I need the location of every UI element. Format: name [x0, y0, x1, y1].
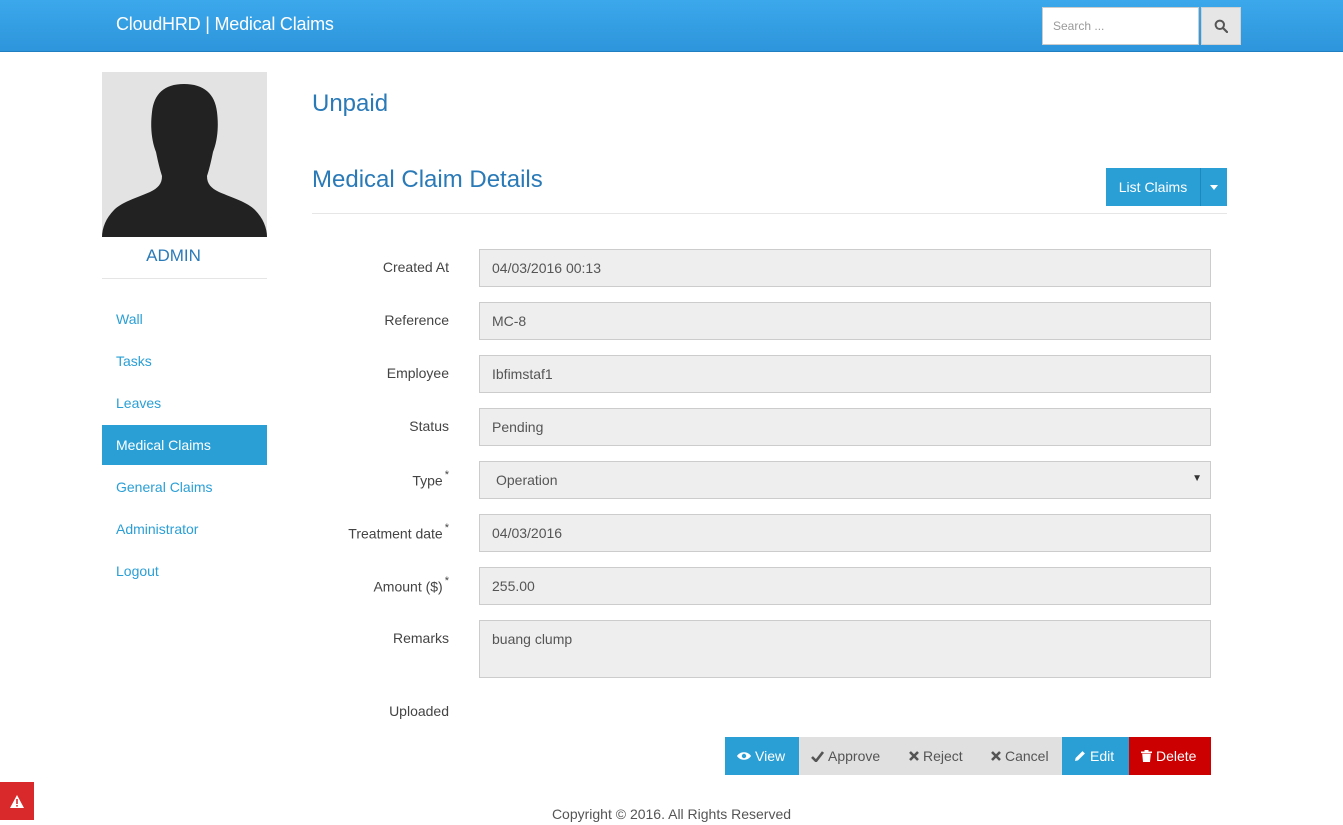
error-alert-button[interactable]	[0, 782, 34, 820]
page-title: Medical Claim Details	[312, 166, 543, 193]
remarks-textarea[interactable]: buang clump	[479, 620, 1211, 678]
app-brand[interactable]: CloudHRD | Medical Claims	[116, 14, 334, 35]
treatment-date-field[interactable]: 04/03/2016	[479, 514, 1211, 552]
reject-button-label: Reject	[923, 748, 963, 764]
sidebar-item-leaves[interactable]: Leaves	[102, 382, 267, 424]
sidebar-divider	[102, 278, 267, 279]
list-claims-button-group: List Claims	[1106, 168, 1227, 206]
reference-field[interactable]: MC-8	[479, 302, 1211, 340]
warning-icon	[10, 794, 24, 808]
avatar	[102, 72, 267, 237]
delete-button[interactable]: Delete	[1129, 737, 1211, 775]
amount-label-wrap: Amount ($) *	[299, 575, 449, 595]
title-divider	[312, 213, 1227, 214]
created-at-label: Created At	[382, 259, 449, 275]
search-button[interactable]	[1201, 7, 1241, 45]
uploaded-label: Uploaded	[389, 703, 449, 719]
footer-copyright: Copyright © 2016. All Rights Reserved	[551, 806, 792, 822]
type-select-value: Operation	[496, 472, 558, 488]
claim-status-heading: Unpaid	[312, 90, 389, 117]
reject-button[interactable]: Reject	[897, 737, 979, 775]
treatment-date-label: Treatment date	[348, 525, 443, 542]
created-at-field[interactable]: 04/03/2016 00:13	[479, 249, 1211, 287]
top-navbar: CloudHRD | Medical Claims	[0, 0, 1343, 52]
status-label: Status	[409, 418, 449, 434]
reference-label: Reference	[384, 312, 449, 328]
type-label: Type	[412, 472, 443, 489]
pencil-icon	[1075, 751, 1085, 761]
sidebar-item-tasks[interactable]: Tasks	[102, 340, 267, 382]
type-select[interactable]: Operation ▼	[479, 461, 1211, 499]
sidebar-item-administrator[interactable]: Administrator	[102, 508, 267, 550]
amount-field[interactable]: 255.00	[479, 567, 1211, 605]
view-button[interactable]: View	[725, 737, 799, 775]
sidebar-item-logout[interactable]: Logout	[102, 550, 267, 592]
amount-label: Amount ($)	[373, 578, 443, 595]
action-button-group: View Approve Reject Cancel Edit Delete	[725, 737, 1211, 775]
sidebar-item-wall[interactable]: Wall	[102, 298, 267, 340]
check-icon	[811, 750, 824, 762]
required-marker: *	[444, 469, 449, 481]
edit-button[interactable]: Edit	[1062, 737, 1129, 775]
treatment-date-label-wrap: Treatment date *	[299, 522, 449, 542]
trash-icon	[1141, 750, 1152, 762]
remarks-label: Remarks	[392, 630, 449, 646]
employee-label: Employee	[386, 365, 449, 381]
times-icon	[991, 751, 1001, 761]
type-label-wrap: Type *	[299, 469, 449, 489]
list-claims-button[interactable]: List Claims	[1106, 168, 1201, 206]
required-marker: *	[444, 522, 449, 534]
search-icon	[1214, 19, 1228, 33]
edit-button-label: Edit	[1090, 748, 1115, 764]
sidebar-item-general-claims[interactable]: General Claims	[102, 466, 267, 508]
sidebar-nav: Wall Tasks Leaves Medical Claims General…	[102, 298, 267, 592]
view-button-label: View	[755, 748, 786, 764]
caret-down-icon	[1210, 184, 1218, 190]
status-field[interactable]: Pending	[479, 408, 1211, 446]
sidebar-item-medical-claims[interactable]: Medical Claims	[102, 425, 267, 465]
cancel-button-label: Cancel	[1005, 748, 1049, 764]
required-marker: *	[444, 575, 449, 587]
approve-button-label: Approve	[828, 748, 881, 764]
search-input[interactable]	[1042, 7, 1199, 45]
cancel-button[interactable]: Cancel	[979, 737, 1062, 775]
employee-field[interactable]: Ibfimstaf1	[479, 355, 1211, 393]
eye-icon	[737, 752, 751, 760]
times-icon	[909, 751, 919, 761]
delete-button-label: Delete	[1156, 748, 1197, 764]
approve-button[interactable]: Approve	[799, 737, 897, 775]
user-silhouette-icon	[102, 84, 267, 237]
dropdown-arrow-icon: ▼	[1192, 473, 1202, 484]
list-claims-dropdown-toggle[interactable]	[1201, 168, 1227, 206]
username: ADMIN	[146, 246, 201, 265]
